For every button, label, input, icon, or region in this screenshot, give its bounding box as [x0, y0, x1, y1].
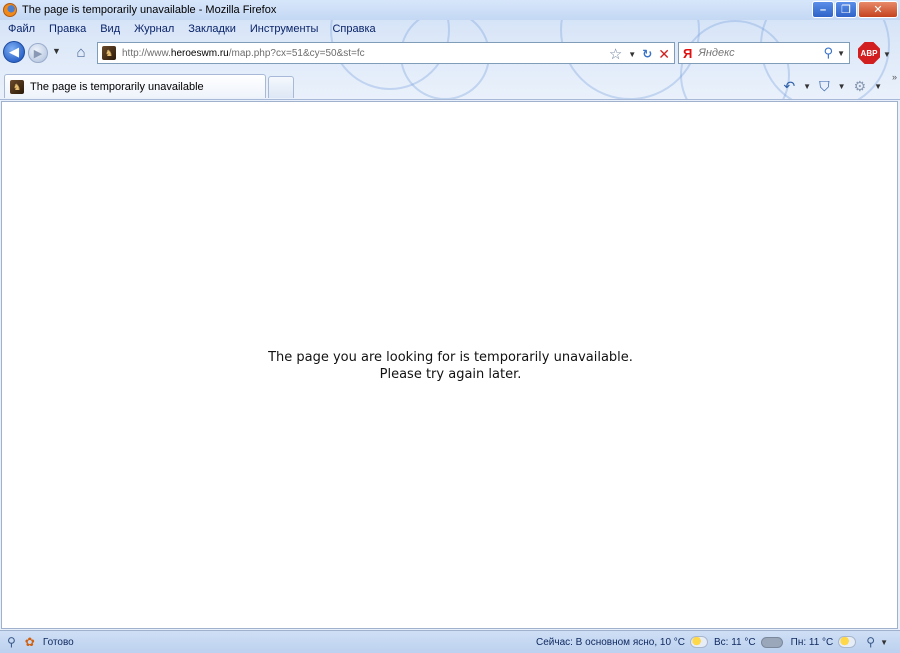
- weather-now-text: Сейчас: В основном ясно, 10 °C: [535, 636, 686, 648]
- shield-icon[interactable]: ⛉: [819, 78, 830, 95]
- partly-sunny-icon: [838, 636, 857, 648]
- weather-monday-text: Пн: 11 °C: [790, 636, 834, 648]
- address-bar[interactable]: ♞ http://www.heroeswm.ru/map.php?cx=51&c…: [97, 42, 675, 64]
- search-engine-dropdown-icon[interactable]: ▼: [837, 49, 845, 58]
- status-text: Готово: [42, 636, 74, 648]
- menu-bar: Файл Правка Вид Журнал Закладки Инструме…: [0, 20, 900, 38]
- forward-arrow-icon: ▶: [33, 47, 43, 60]
- forward-button[interactable]: ▶: [28, 43, 48, 63]
- menu-file[interactable]: Файл: [8, 23, 35, 35]
- address-bar-actions: ☆ ▼ ↻ ✕: [609, 45, 670, 64]
- firefox-logo-icon: [3, 3, 17, 17]
- yandex-icon[interactable]: Я: [683, 46, 692, 61]
- undo-close-tab-icon[interactable]: ↶: [783, 78, 795, 95]
- tab-current[interactable]: ♞ The page is temporarily unavailable: [4, 74, 266, 98]
- status-addon-icon[interactable]: ✿: [25, 635, 35, 649]
- minimize-button[interactable]: –: [812, 1, 834, 18]
- history-dropdown-icon[interactable]: ▼: [52, 46, 61, 56]
- page-content: The page you are looking for is temporar…: [1, 101, 898, 629]
- tab-bar: ♞ The page is temporarily unavailable ↶ …: [0, 70, 900, 100]
- weather-forecast[interactable]: Сейчас: В основном ясно, 10 °C Вс: 11 °C…: [536, 631, 900, 653]
- status-search-icon[interactable]: ⚲: [7, 635, 16, 649]
- tab-label: The page is temporarily unavailable: [30, 80, 204, 93]
- window-controls: – ❐ ✕: [812, 1, 898, 18]
- menu-history[interactable]: Журнал: [134, 23, 174, 35]
- bookmark-star-icon[interactable]: ☆: [609, 45, 622, 63]
- url-prefix: http://www.: [122, 47, 171, 59]
- gear-icon[interactable]: ⚙: [854, 78, 867, 95]
- status-bar: ⚲ ✿ Готово Сейчас: В основном ясно, 10 °…: [0, 630, 900, 653]
- search-input[interactable]: [698, 47, 809, 59]
- menu-help[interactable]: Справка: [332, 23, 375, 35]
- undo-dropdown-icon[interactable]: ▼: [803, 82, 811, 91]
- zoom-icon[interactable]: ⚲: [866, 635, 875, 649]
- message-line-1: The page you are looking for is temporar…: [268, 350, 633, 365]
- reload-icon[interactable]: ↻: [642, 47, 652, 61]
- search-magnifier-icon[interactable]: ⚲: [823, 45, 833, 61]
- gear-dropdown-icon[interactable]: ▼: [874, 82, 882, 91]
- adblock-plus-icon[interactable]: ABP: [858, 42, 880, 64]
- url-path: /map.php?cx=51&cy=50&st=fc: [228, 47, 365, 59]
- unavailable-message: The page you are looking for is temporar…: [2, 349, 899, 383]
- title-bar: The page is temporarily unavailable - Mo…: [0, 0, 900, 20]
- stop-icon[interactable]: ✕: [658, 46, 670, 63]
- search-bar[interactable]: Я ⚲ ▼: [678, 42, 850, 64]
- back-arrow-icon: ◀: [9, 44, 19, 59]
- url-domain: heroeswm.ru: [170, 47, 229, 59]
- zoom-dropdown-icon[interactable]: ▼: [880, 638, 888, 647]
- url-history-dropdown-icon[interactable]: ▼: [628, 50, 636, 59]
- cloudy-icon: [760, 636, 783, 648]
- site-favicon-icon: ♞: [102, 46, 116, 60]
- close-window-button[interactable]: ✕: [858, 1, 898, 18]
- home-icon: ⌂: [76, 43, 86, 61]
- menu-edit[interactable]: Правка: [49, 23, 86, 35]
- window-title: The page is temporarily unavailable - Mo…: [22, 4, 277, 16]
- message-line-2: Please try again later.: [379, 367, 522, 382]
- adblock-dropdown-icon[interactable]: ▼: [883, 50, 891, 59]
- back-button[interactable]: ◀: [3, 41, 25, 63]
- tab-toolbar-icons: ↶ ▼ ⛉ ▼ ⚙ ▼: [783, 78, 882, 95]
- weather-sunday-text: Вс: 11 °C: [714, 636, 756, 648]
- url-text[interactable]: http://www.heroeswm.ru/map.php?cx=51&cy=…: [122, 48, 365, 59]
- maximize-button[interactable]: ❐: [835, 1, 857, 18]
- tab-favicon-icon: ♞: [10, 79, 24, 94]
- shield-dropdown-icon[interactable]: ▼: [838, 82, 846, 91]
- new-tab-button[interactable]: [268, 76, 294, 98]
- partly-sunny-icon: [690, 636, 709, 648]
- navigation-toolbar: ◀ ▶ ▼ ⌂ ♞ http://www.heroeswm.ru/map.php…: [0, 38, 900, 68]
- menu-view[interactable]: Вид: [100, 23, 120, 35]
- menu-bookmarks[interactable]: Закладки: [188, 23, 236, 35]
- home-button[interactable]: ⌂: [70, 42, 92, 62]
- toolbar-overflow-chevron-icon[interactable]: »: [892, 72, 897, 82]
- menu-tools[interactable]: Инструменты: [250, 23, 319, 35]
